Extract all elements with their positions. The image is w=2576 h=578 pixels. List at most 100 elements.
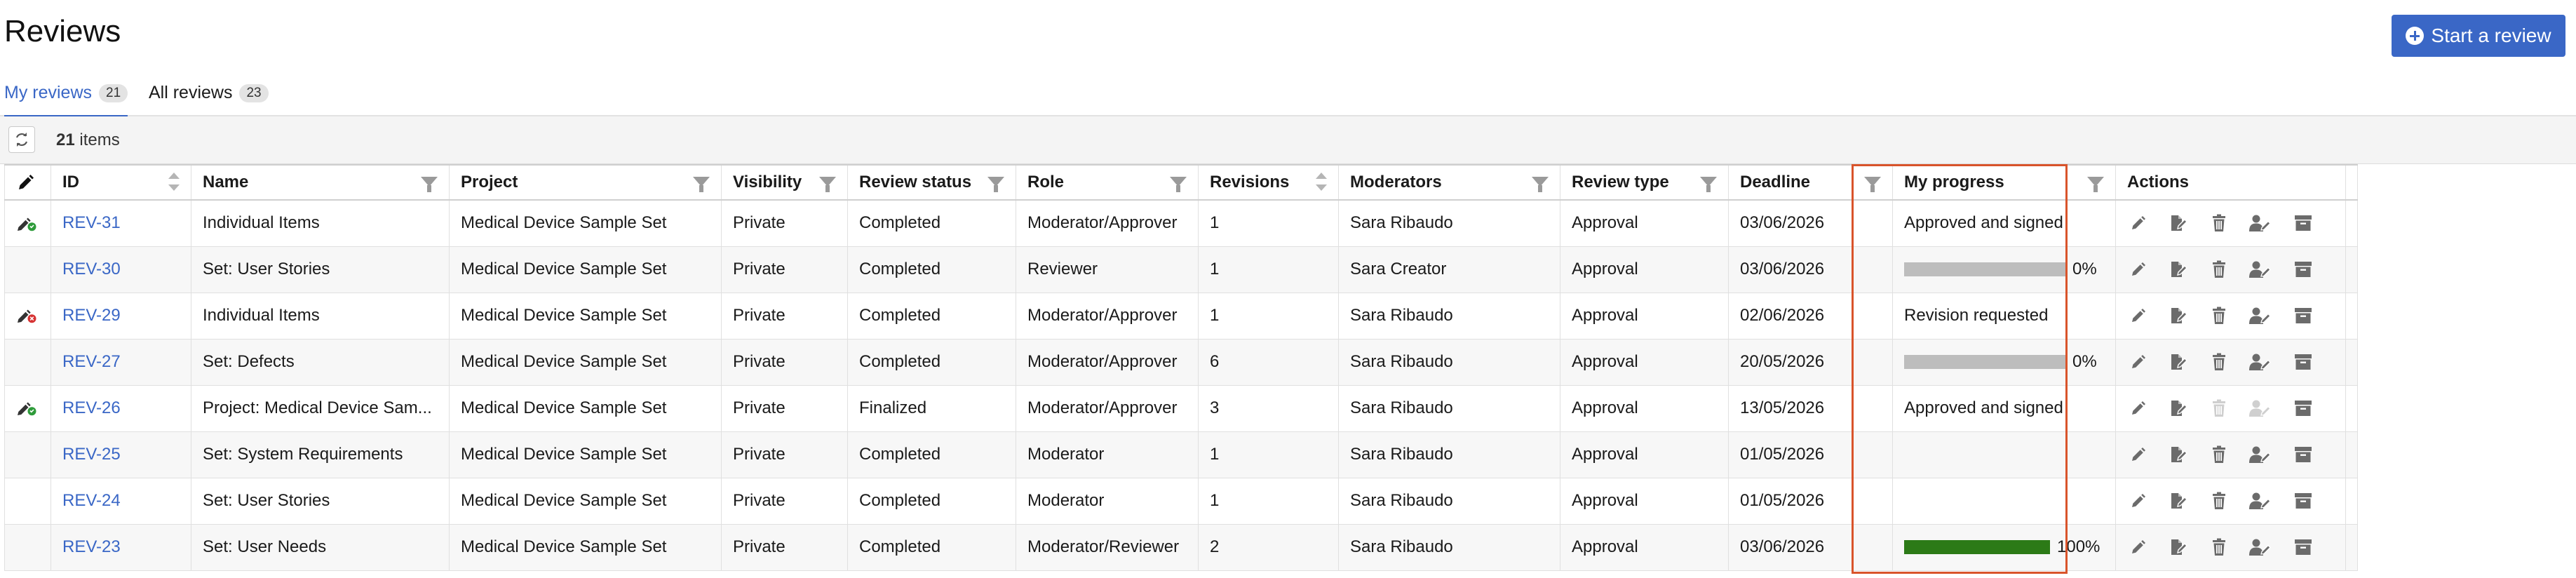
assign-icon[interactable]	[2249, 538, 2272, 556]
archive-icon[interactable]	[2294, 354, 2312, 370]
delete-icon[interactable]	[2211, 492, 2227, 510]
table-row[interactable]: REV-26 Project: Medical Device Sam... Medi…	[4, 384, 2358, 432]
archive-icon[interactable]	[2294, 400, 2312, 417]
sign-icon[interactable]	[2169, 399, 2189, 417]
delete-icon[interactable]	[2211, 538, 2227, 556]
edit-icon[interactable]	[2130, 261, 2147, 278]
filter-icon[interactable]	[1170, 177, 1187, 192]
col-header-moderators[interactable]: Moderators	[1338, 164, 1560, 201]
filter-icon[interactable]	[693, 177, 710, 192]
review-id-cell[interactable]: REV-25	[50, 431, 191, 478]
review-id-link[interactable]: REV-31	[62, 213, 121, 232]
review-id-cell[interactable]: REV-31	[50, 199, 191, 247]
table-row[interactable]: REV-27 Set: Defects Medical Device Sample …	[4, 338, 2358, 386]
review-id-link[interactable]: REV-30	[62, 260, 121, 278]
sort-icon[interactable]	[168, 173, 180, 191]
filter-icon[interactable]	[987, 177, 1004, 192]
col-header-visibility[interactable]: Visibility	[721, 164, 848, 201]
archive-icon[interactable]	[2294, 261, 2312, 278]
filter-icon[interactable]	[819, 177, 836, 192]
assign-icon[interactable]	[2249, 260, 2272, 278]
col-header-project[interactable]: Project	[449, 164, 722, 201]
role-cell: Moderator/Approver	[1016, 338, 1199, 386]
archive-icon[interactable]	[2294, 446, 2312, 463]
col-header-deadline[interactable]: Deadline	[1728, 164, 1893, 201]
review-id-cell[interactable]: REV-27	[50, 338, 191, 386]
sign-icon[interactable]	[2169, 214, 2189, 232]
tab-all-reviews[interactable]: All reviews 23	[149, 83, 269, 115]
table-row[interactable]: REV-24 Set: User Stories Medical Device Sa…	[4, 477, 2358, 525]
role-cell-text: Moderator/Reviewer	[1027, 537, 1180, 556]
review-id-link[interactable]: REV-24	[62, 491, 121, 510]
sign-icon[interactable]	[2169, 445, 2189, 464]
review-id-cell[interactable]: REV-30	[50, 246, 191, 293]
filter-icon[interactable]	[1864, 177, 1881, 192]
edit-icon[interactable]	[2130, 492, 2147, 509]
assign-icon[interactable]	[2249, 353, 2272, 371]
sign-icon[interactable]	[2169, 307, 2189, 325]
assign-icon[interactable]	[2249, 445, 2272, 464]
edit-icon[interactable]	[2130, 307, 2147, 324]
deadline-cell: 03/06/2026	[1728, 199, 1893, 247]
review-id-cell[interactable]: REV-29	[50, 292, 191, 340]
review-id-link[interactable]: REV-27	[62, 352, 121, 371]
archive-icon[interactable]	[2294, 539, 2312, 556]
delete-icon[interactable]	[2211, 307, 2227, 325]
sign-icon[interactable]	[2169, 538, 2189, 556]
table-row[interactable]: REV-29 Individual Items Medical Device Sam…	[4, 292, 2358, 340]
reviews-table: ID Name Project Visibility Review status…	[4, 164, 2358, 571]
edit-icon[interactable]	[2130, 215, 2147, 231]
delete-icon[interactable]	[2211, 214, 2227, 232]
sort-icon[interactable]	[1316, 173, 1327, 191]
review-id-link[interactable]: REV-26	[62, 398, 121, 417]
col-header-review-status[interactable]: Review status	[847, 164, 1016, 201]
role-cell: Moderator	[1016, 431, 1199, 478]
table-row[interactable]: REV-31 Individual Items Medical Device Sam…	[4, 199, 2358, 247]
review-id-link[interactable]: REV-25	[62, 445, 121, 464]
start-review-button[interactable]: Start a review	[2392, 15, 2565, 57]
edit-icon[interactable]	[2130, 400, 2147, 417]
col-header-name[interactable]: Name	[191, 164, 450, 201]
col-header-review-type[interactable]: Review type	[1560, 164, 1729, 201]
table-row[interactable]: REV-25 Set: System Requirements Medical De…	[4, 431, 2358, 478]
sign-icon[interactable]	[2169, 353, 2189, 371]
edit-icon[interactable]	[2130, 539, 2147, 556]
review-id-cell[interactable]: REV-26	[50, 384, 191, 432]
edit-icon[interactable]	[2130, 354, 2147, 370]
archive-icon[interactable]	[2294, 492, 2312, 509]
pencil-icon	[19, 174, 34, 189]
table-row[interactable]: REV-23 Set: User Needs Medical Device Samp…	[4, 523, 2358, 571]
assign-icon[interactable]	[2249, 492, 2272, 510]
col-header-id[interactable]: ID	[50, 164, 191, 201]
row-status-cell	[4, 384, 51, 432]
col-header-revisions[interactable]: Revisions	[1198, 164, 1339, 201]
revision-requested-icon	[18, 309, 36, 323]
delete-icon[interactable]	[2211, 260, 2227, 278]
tab-my-reviews[interactable]: My reviews 21	[4, 83, 128, 119]
review-id-cell[interactable]: REV-23	[50, 523, 191, 571]
review-id-link[interactable]: REV-23	[62, 537, 121, 556]
archive-icon[interactable]	[2294, 307, 2312, 324]
review-id-link[interactable]: REV-29	[62, 306, 121, 325]
review-type-cell: Approval	[1560, 338, 1729, 386]
delete-icon[interactable]	[2211, 353, 2227, 371]
review-id-cell[interactable]: REV-24	[50, 477, 191, 525]
row-spacer-cell	[2345, 246, 2358, 293]
sign-icon[interactable]	[2169, 492, 2189, 510]
delete-icon[interactable]	[2211, 445, 2227, 464]
edit-icon[interactable]	[2130, 446, 2147, 463]
table-row[interactable]: REV-30 Set: User Stories Medical Device Sa…	[4, 246, 2358, 293]
row-status-cell	[4, 523, 51, 571]
archive-icon[interactable]	[2294, 215, 2312, 231]
filter-icon[interactable]	[2087, 177, 2104, 192]
filter-icon[interactable]	[421, 177, 438, 192]
filter-icon[interactable]	[1532, 177, 1549, 192]
col-header-my-progress[interactable]: My progress	[1892, 164, 2116, 201]
col-header-role[interactable]: Role	[1016, 164, 1199, 201]
filter-icon[interactable]	[1700, 177, 1717, 192]
sign-icon[interactable]	[2169, 260, 2189, 278]
assign-icon[interactable]	[2249, 307, 2272, 325]
name-cell-text: Set: User Needs	[203, 537, 327, 556]
assign-icon[interactable]	[2249, 214, 2272, 232]
refresh-button[interactable]	[8, 126, 35, 153]
